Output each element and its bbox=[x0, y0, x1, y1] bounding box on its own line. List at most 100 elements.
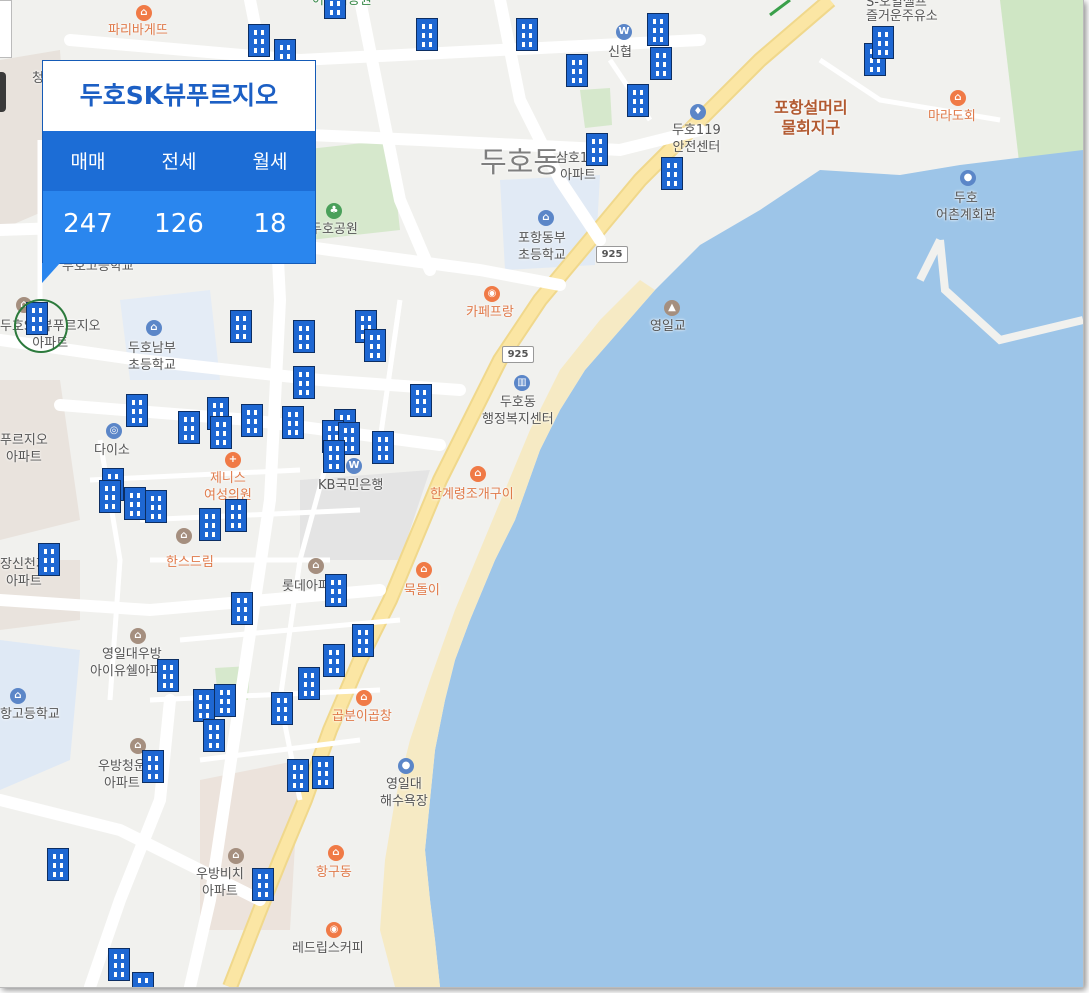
route-shield: 925 bbox=[596, 246, 628, 263]
apartment-building-icon[interactable] bbox=[132, 972, 154, 987]
place-label: KB국민은행 bbox=[318, 478, 384, 493]
apartment-building-icon[interactable] bbox=[416, 18, 438, 51]
apartment-building-icon[interactable] bbox=[293, 366, 315, 399]
restaurant-icon[interactable]: ⌂ bbox=[136, 5, 152, 21]
monthly-rent-header[interactable]: 월세 bbox=[225, 147, 315, 174]
apartment-building-icon[interactable] bbox=[298, 667, 320, 700]
apartment-building-icon[interactable] bbox=[99, 480, 121, 513]
apartment-building-icon[interactable] bbox=[661, 157, 683, 190]
hospital-icon[interactable]: + bbox=[225, 452, 241, 468]
apartment-building-icon[interactable] bbox=[566, 54, 588, 87]
bank-icon[interactable]: W bbox=[616, 24, 632, 40]
place-label: 두호동 행정복지센터 bbox=[482, 395, 554, 427]
apartment-building-icon[interactable] bbox=[364, 329, 386, 362]
apartment-building-icon[interactable] bbox=[157, 659, 179, 692]
apartment-building-icon[interactable] bbox=[282, 406, 304, 439]
apartment-building-icon[interactable] bbox=[271, 692, 293, 725]
apartment-icon[interactable]: ⌂ bbox=[308, 558, 324, 574]
jeonse-count[interactable]: 126 bbox=[134, 209, 224, 239]
place-label: 항구동 bbox=[316, 865, 352, 880]
apartment-building-icon[interactable] bbox=[142, 750, 164, 783]
restaurant-icon[interactable]: ⌂ bbox=[356, 690, 372, 706]
apartment-building-icon[interactable] bbox=[225, 499, 247, 532]
apartment-building-icon[interactable] bbox=[214, 684, 236, 717]
apartment-building-icon[interactable] bbox=[410, 384, 432, 417]
apartment-building-icon[interactable] bbox=[145, 490, 167, 523]
apartment-building-icon[interactable] bbox=[516, 18, 538, 51]
apartment-building-icon[interactable] bbox=[293, 320, 315, 353]
apartment-building-icon[interactable] bbox=[287, 759, 309, 792]
apartment-building-icon[interactable] bbox=[108, 948, 130, 981]
place-label: 우방비치 아파트 bbox=[196, 867, 244, 899]
popup-title[interactable]: 두호SK뷰푸르지오 bbox=[43, 61, 315, 131]
harbor-icon[interactable]: ● bbox=[960, 170, 976, 186]
place-label: 항고등학교 bbox=[0, 707, 60, 722]
apartment-building-icon[interactable] bbox=[872, 26, 894, 59]
apartment-building-icon[interactable] bbox=[126, 394, 148, 427]
apartment-building-icon[interactable] bbox=[323, 440, 345, 473]
beach-icon[interactable]: ● bbox=[398, 758, 414, 774]
apartment-building-icon[interactable] bbox=[372, 431, 394, 464]
government-icon[interactable]: ▥ bbox=[514, 375, 530, 391]
apartment-building-icon[interactable] bbox=[203, 719, 225, 752]
cafe-icon[interactable]: ◉ bbox=[484, 286, 500, 302]
jeonse-header[interactable]: 전세 bbox=[134, 147, 224, 174]
bank-icon[interactable]: W bbox=[346, 458, 362, 474]
apartment-building-icon[interactable] bbox=[650, 47, 672, 80]
apartment-building-icon[interactable] bbox=[231, 592, 253, 625]
place-label: 카페프랑 bbox=[466, 305, 514, 320]
place-label: 한계령조개구이 bbox=[430, 487, 514, 502]
apartment-building-icon[interactable] bbox=[193, 689, 215, 722]
apartment-building-icon[interactable] bbox=[647, 13, 669, 46]
apartment-icon[interactable]: ⌂ bbox=[130, 628, 146, 644]
sale-count[interactable]: 247 bbox=[43, 209, 133, 239]
map-type-control[interactable] bbox=[0, 72, 6, 112]
restaurant-icon[interactable]: ⌂ bbox=[470, 466, 486, 482]
cafe-icon[interactable]: ◉ bbox=[326, 922, 342, 938]
place-label: 마라도회 bbox=[928, 109, 976, 124]
monthly-rent-count[interactable]: 18 bbox=[225, 209, 315, 239]
school-icon[interactable]: ⌂ bbox=[146, 320, 162, 336]
apartment-building-icon[interactable] bbox=[47, 848, 69, 881]
apartment-building-icon[interactable] bbox=[252, 868, 274, 901]
restaurant-icon[interactable]: ⌂ bbox=[416, 562, 432, 578]
area-label: 두호동 bbox=[480, 145, 561, 179]
apartment-building-icon[interactable] bbox=[241, 404, 263, 437]
apartment-building-icon[interactable] bbox=[323, 644, 345, 677]
apartment-building-icon[interactable] bbox=[199, 508, 221, 541]
apartment-building-icon[interactable] bbox=[324, 0, 346, 19]
place-label: 두호119 안전센터 bbox=[672, 123, 721, 155]
sale-header[interactable]: 매매 bbox=[43, 147, 133, 174]
school-icon[interactable]: ⌂ bbox=[10, 688, 26, 704]
place-label: 신협 bbox=[608, 45, 632, 60]
apartment-icon[interactable]: ⌂ bbox=[228, 848, 244, 864]
restaurant-icon[interactable]: ⌂ bbox=[950, 90, 966, 106]
fire-station-icon[interactable]: ♦ bbox=[690, 104, 706, 120]
place-label: 묵돌이 bbox=[404, 583, 440, 598]
apartment-building-icon[interactable] bbox=[178, 411, 200, 444]
apartment-icon[interactable]: ⌂ bbox=[176, 528, 192, 544]
place-label: 한스드림 bbox=[166, 555, 214, 570]
apartment-building-icon[interactable] bbox=[210, 416, 232, 449]
store-icon[interactable]: ◎ bbox=[106, 423, 122, 439]
place-label: 파리바게뜨 bbox=[108, 23, 168, 38]
apartment-building-icon[interactable] bbox=[627, 84, 649, 117]
apartment-building-icon[interactable] bbox=[325, 574, 347, 607]
apartment-building-icon[interactable] bbox=[230, 310, 252, 343]
apartment-building-icon[interactable] bbox=[124, 487, 146, 520]
apartment-building-icon[interactable] bbox=[352, 624, 374, 657]
school-icon[interactable]: ⌂ bbox=[538, 210, 554, 226]
apartment-building-icon[interactable] bbox=[586, 133, 608, 166]
pavilion-icon[interactable]: ▲ bbox=[664, 300, 680, 316]
apartment-building-icon[interactable] bbox=[248, 24, 270, 57]
place-label: 곱분이곱창 bbox=[332, 709, 392, 724]
complex-info-popup[interactable]: 두호SK뷰푸르지오 매매 전세 월세 247 126 18 bbox=[42, 60, 316, 264]
restaurant-icon[interactable]: ⌂ bbox=[328, 845, 344, 861]
selected-marker-ring bbox=[14, 299, 68, 353]
place-label: 포항동부 초등학교 bbox=[518, 231, 566, 263]
apartment-building-icon[interactable] bbox=[38, 543, 60, 576]
zoom-control[interactable] bbox=[0, 0, 12, 58]
place-label: 영일대 해수욕장 bbox=[380, 777, 428, 809]
apartment-building-icon[interactable] bbox=[312, 756, 334, 789]
park-icon[interactable]: ♣ bbox=[326, 203, 342, 219]
